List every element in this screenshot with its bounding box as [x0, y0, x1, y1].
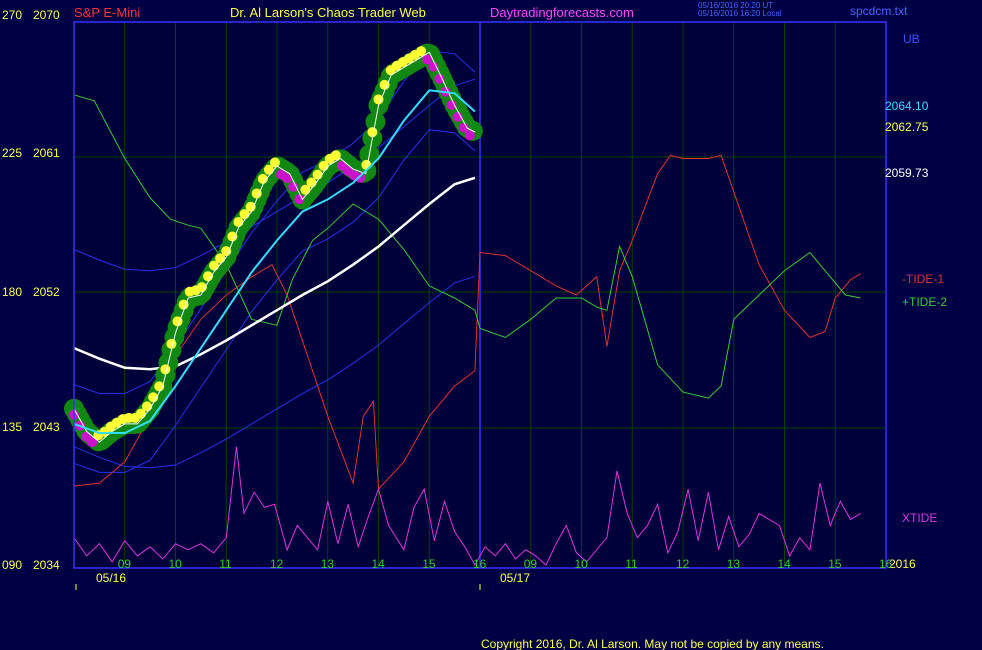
hour-tick-label: 13: [321, 557, 335, 571]
up-dot: [269, 157, 280, 168]
up-dot: [166, 338, 177, 349]
hour-tick-label: 12: [676, 557, 690, 571]
down-dot: [355, 172, 366, 183]
price-label: 2043: [33, 420, 60, 434]
hour-tick-label: 10: [169, 557, 183, 571]
copyright: Copyright 2016, Dr. Al Larson. May not b…: [481, 637, 824, 650]
hour-tick-label: 09: [524, 557, 538, 571]
deg-label: 135: [2, 420, 22, 434]
hour-tick-label: 09: [118, 557, 132, 571]
price-label: 2070: [33, 8, 60, 22]
hour-tick-label: 11: [219, 557, 232, 571]
site-title: Daytradingforecasts.com: [490, 5, 634, 20]
hour-tick-label: 15: [828, 557, 842, 571]
hour-tick-label: 14: [778, 557, 792, 571]
deg-label: 180: [2, 285, 22, 299]
up-dot: [312, 169, 323, 180]
hour-tick-label: 12: [270, 557, 284, 571]
hour-tick-label: 15: [422, 557, 436, 571]
tide1-label: -TIDE-1: [902, 272, 944, 286]
author-title: Dr. Al Larson's Chaos Trader Web: [230, 5, 426, 20]
up-dot: [142, 401, 153, 412]
up-dot: [306, 177, 317, 188]
file-name: spcdcm.txt: [850, 4, 908, 18]
down-dot: [434, 73, 445, 84]
hour-tick-label: 16: [879, 557, 893, 571]
price-label: 2034: [33, 558, 60, 572]
deg-label: 270: [2, 8, 22, 22]
price-label: 2061: [33, 146, 60, 160]
hour-tick-label: 10: [575, 557, 589, 571]
hour-tick-label: 14: [372, 557, 386, 571]
price-readout-white: 2059.73: [885, 166, 929, 180]
price-readout-cyan: 2064.10: [885, 99, 929, 113]
down-dot: [446, 99, 457, 110]
year-label: 2016: [889, 557, 916, 571]
deg-label: 225: [2, 146, 22, 160]
price-label: 2052: [33, 285, 60, 299]
timestamp-local: 05/16/2016 16:20 Local: [698, 9, 782, 18]
day1-label: 05/16: [96, 571, 126, 585]
hour-tick-label: 16: [473, 557, 487, 571]
instrument-title: S&P E-Mini: [74, 5, 140, 20]
up-dot: [233, 216, 244, 227]
ub-label: UB: [903, 32, 920, 46]
xtide-label: XTIDE: [902, 511, 937, 525]
tide2-label: +TIDE-2: [902, 295, 947, 309]
day2-label: 05/17: [500, 571, 530, 585]
price-readout-last: 2062.75: [885, 120, 929, 134]
up-dot: [160, 364, 171, 375]
down-dot: [464, 130, 475, 141]
deg-label: 090: [2, 558, 22, 572]
hour-tick-label: 11: [625, 557, 638, 571]
chaos-trader-chart: S&P E-Mini Dr. Al Larson's Chaos Trader …: [0, 0, 982, 650]
hour-tick-label: 13: [727, 557, 741, 571]
